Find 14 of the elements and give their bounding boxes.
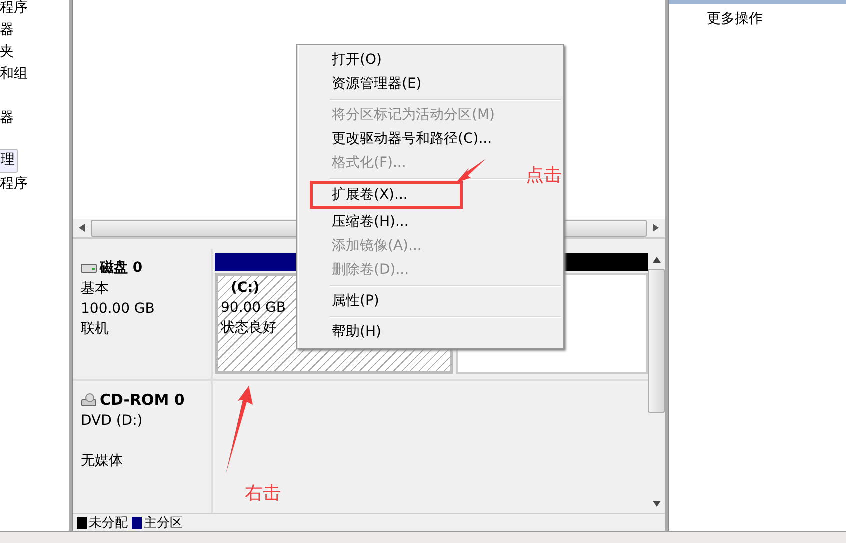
disk-detail: 基本 (81, 280, 110, 299)
legend-label: 未分配 (89, 514, 128, 532)
partition-detail: 状态良好 (221, 319, 277, 338)
partition-detail: 90.00 GB (221, 299, 286, 318)
disk-name: CD-ROM 0 (100, 391, 185, 409)
disk-detail: 100.00 GB (81, 300, 156, 319)
legend-label: 主分区 (144, 514, 183, 532)
partition-name: (C:) (230, 280, 261, 298)
disk-detail: 无媒体 (81, 452, 124, 471)
disk-detail: 联机 (81, 320, 110, 339)
annotation-text: 点击 (526, 164, 562, 187)
disk-detail: DVD (D:) (81, 412, 144, 431)
annotation-text: 右击 (245, 482, 281, 505)
disk-name: 磁盘 0 (100, 259, 143, 277)
